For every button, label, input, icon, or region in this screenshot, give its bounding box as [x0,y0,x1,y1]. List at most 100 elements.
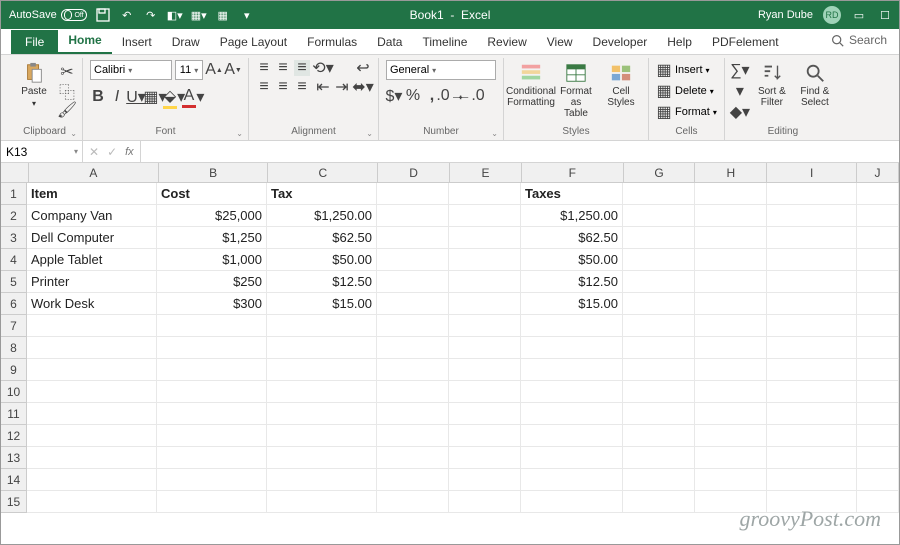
cell[interactable] [267,425,377,447]
align-top-icon[interactable]: ≡ [256,60,272,76]
cell[interactable]: Cost [157,183,267,205]
conditional-formatting-button[interactable]: Conditional Formatting [511,60,551,110]
cell[interactable] [267,381,377,403]
cell[interactable] [767,381,857,403]
column-header[interactable]: G [624,163,696,183]
cell[interactable] [27,315,157,337]
cell[interactable] [449,205,521,227]
autosave-toggle[interactable]: AutoSave Off [9,9,87,21]
cell[interactable] [27,469,157,491]
row-header[interactable]: 1 [1,183,27,205]
cell[interactable]: $12.50 [521,271,623,293]
bold-icon[interactable]: B [90,89,106,105]
cell[interactable] [521,469,623,491]
cell[interactable]: Item [27,183,157,205]
cell[interactable] [449,491,521,513]
cell[interactable] [695,315,767,337]
tab-help[interactable]: Help [657,30,702,54]
cell[interactable] [695,359,767,381]
cell[interactable] [623,271,695,293]
cell[interactable] [157,381,267,403]
cell[interactable] [267,491,377,513]
cell[interactable]: $50.00 [267,249,377,271]
cell[interactable] [449,447,521,469]
borders-icon[interactable]: ▦ [215,7,231,23]
name-box[interactable]: K13▾ [1,141,83,162]
cell[interactable]: Company Van [27,205,157,227]
qat-icon[interactable]: ◧▾ [167,7,183,23]
cell[interactable] [521,337,623,359]
cell[interactable] [449,337,521,359]
cell[interactable] [767,337,857,359]
cell[interactable] [695,271,767,293]
row-header[interactable]: 13 [1,447,27,469]
column-header[interactable]: D [378,163,450,183]
cell[interactable] [857,227,899,249]
align-center-icon[interactable]: ≡ [275,79,291,95]
cell[interactable] [27,447,157,469]
cell[interactable]: Apple Tablet [27,249,157,271]
font-name-select[interactable]: Calibri▾ [90,60,172,80]
cell[interactable]: Tax [267,183,377,205]
align-middle-icon[interactable]: ≡ [275,60,291,76]
cell[interactable] [857,447,899,469]
cell-styles-button[interactable]: Cell Styles [601,60,641,110]
cell[interactable] [377,227,449,249]
cancel-icon[interactable]: ✕ [89,145,99,159]
increase-indent-icon[interactable]: ⇥ [334,79,350,95]
cell[interactable] [377,447,449,469]
cell[interactable] [623,227,695,249]
cell[interactable] [857,425,899,447]
qat-icon[interactable]: ▦▾ [191,7,207,23]
row-header[interactable]: 12 [1,425,27,447]
cell[interactable] [857,183,899,205]
cell[interactable] [521,315,623,337]
cell[interactable] [157,315,267,337]
cell[interactable]: $50.00 [521,249,623,271]
cell[interactable] [623,337,695,359]
cell[interactable] [695,447,767,469]
cell[interactable] [377,337,449,359]
column-header[interactable]: C [268,163,378,183]
cell[interactable]: Taxes [521,183,623,205]
cell[interactable]: $1,250 [157,227,267,249]
delete-cells-button[interactable]: ▦Delete▾ [656,83,717,99]
font-color-icon[interactable]: A▾ [185,89,201,105]
row-header[interactable]: 11 [1,403,27,425]
tab-data[interactable]: Data [367,30,412,54]
align-right-icon[interactable]: ≡ [294,79,310,95]
column-header[interactable]: A [29,163,159,183]
tab-formulas[interactable]: Formulas [297,30,367,54]
cell[interactable]: $62.50 [521,227,623,249]
fx-icon[interactable]: fx [125,146,134,158]
cell[interactable] [267,315,377,337]
cell[interactable] [157,403,267,425]
italic-icon[interactable]: I [109,89,125,105]
ribbon-display-icon[interactable]: ▭ [851,7,867,23]
insert-cells-button[interactable]: ▦Insert▾ [656,62,717,78]
tab-file[interactable]: File [11,30,58,54]
font-size-select[interactable]: 11▾ [175,60,203,80]
cell[interactable] [267,359,377,381]
cell[interactable] [449,381,521,403]
redo-icon[interactable]: ↷ [143,7,159,23]
qat-more-icon[interactable]: ▾ [239,7,255,23]
cell[interactable] [767,447,857,469]
cell[interactable] [695,205,767,227]
decrease-font-icon[interactable]: A▼ [225,62,241,78]
cell[interactable] [623,249,695,271]
cell[interactable] [623,469,695,491]
cell[interactable] [623,425,695,447]
cell[interactable] [767,249,857,271]
row-header[interactable]: 3 [1,227,27,249]
cell[interactable] [377,381,449,403]
cell[interactable] [767,469,857,491]
row-header[interactable]: 6 [1,293,27,315]
cell[interactable] [377,205,449,227]
cell[interactable] [377,403,449,425]
cell[interactable] [521,381,623,403]
cell[interactable]: $250 [157,271,267,293]
orientation-icon[interactable]: ⟲▾ [315,60,331,76]
save-icon[interactable] [95,7,111,23]
increase-font-icon[interactable]: A▲ [206,62,222,78]
